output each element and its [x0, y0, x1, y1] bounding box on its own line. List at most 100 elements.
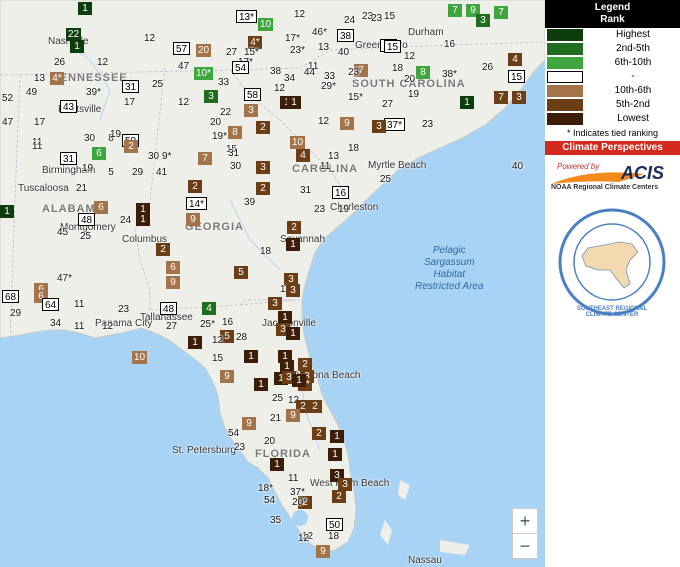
station-marker[interactable]: 1: [0, 205, 14, 218]
acis-logo[interactable]: Powered by ACIS NOAA Regional Climate Ce…: [549, 160, 676, 194]
station-marker[interactable]: 9: [242, 417, 256, 430]
station-marker[interactable]: 13*: [236, 10, 258, 23]
station-marker[interactable]: 30: [228, 160, 243, 173]
station-marker[interactable]: 12: [210, 334, 225, 347]
station-marker[interactable]: 57: [173, 42, 191, 55]
station-marker[interactable]: 21: [268, 412, 283, 425]
station-marker[interactable]: 18: [258, 245, 273, 258]
station-marker[interactable]: 3: [256, 161, 270, 174]
station-marker[interactable]: 39: [242, 196, 257, 209]
station-marker[interactable]: 48: [78, 213, 96, 226]
station-marker[interactable]: 1: [286, 238, 300, 251]
station-marker[interactable]: 34: [48, 317, 63, 330]
station-marker[interactable]: 30: [146, 150, 161, 163]
station-marker[interactable]: 29*: [319, 80, 338, 93]
station-marker[interactable]: 64: [42, 298, 60, 311]
station-marker[interactable]: 21: [74, 182, 89, 195]
station-marker[interactable]: 8: [416, 66, 430, 79]
station-marker[interactable]: 12: [296, 532, 311, 545]
station-marker[interactable]: 17: [122, 96, 137, 109]
station-marker[interactable]: 20: [402, 73, 417, 86]
station-marker[interactable]: 23: [116, 303, 131, 316]
map-canvas[interactable]: TENNESSEE SOUTH CAROLINA CAROLINA ALABAM…: [0, 0, 545, 567]
station-marker[interactable]: 2: [287, 221, 301, 234]
station-marker[interactable]: 3: [372, 120, 386, 133]
station-marker[interactable]: 1: [78, 2, 92, 15]
station-marker[interactable]: 4: [296, 149, 310, 162]
station-marker[interactable]: 9: [340, 117, 354, 130]
station-marker[interactable]: 45: [55, 226, 70, 239]
station-marker[interactable]: 1: [136, 213, 150, 226]
station-marker[interactable]: 30: [82, 132, 97, 145]
station-marker[interactable]: 6: [94, 201, 108, 214]
station-marker[interactable]: 31: [298, 184, 313, 197]
station-marker[interactable]: 1: [254, 378, 268, 391]
station-marker[interactable]: 13: [32, 72, 47, 85]
station-marker[interactable]: 23: [369, 12, 384, 25]
station-marker[interactable]: 2: [256, 182, 270, 195]
station-marker[interactable]: 3: [244, 104, 258, 117]
station-marker[interactable]: 16: [442, 38, 457, 51]
station-marker[interactable]: 18: [346, 142, 361, 155]
station-marker[interactable]: 10: [258, 18, 274, 31]
station-marker[interactable]: 35: [268, 514, 283, 527]
station-marker[interactable]: 46*: [310, 26, 329, 39]
station-marker[interactable]: 27: [380, 98, 395, 111]
station-marker[interactable]: 1: [292, 374, 306, 387]
station-marker[interactable]: 11: [72, 298, 86, 311]
station-marker[interactable]: 29: [8, 307, 23, 320]
station-marker[interactable]: 52: [0, 92, 15, 105]
station-marker[interactable]: 1: [330, 430, 344, 443]
station-marker[interactable]: 7: [448, 4, 462, 17]
station-marker[interactable]: 23: [232, 441, 247, 454]
station-marker[interactable]: 3: [268, 297, 282, 310]
station-marker[interactable]: 54: [226, 427, 241, 440]
station-marker[interactable]: 38: [268, 65, 283, 78]
station-marker[interactable]: 12: [292, 8, 307, 21]
station-marker[interactable]: 10: [132, 351, 148, 364]
station-marker[interactable]: 7: [494, 6, 508, 19]
station-marker[interactable]: 26: [52, 56, 67, 69]
station-marker[interactable]: 19: [80, 162, 95, 175]
station-marker[interactable]: 9: [316, 545, 330, 558]
station-marker[interactable]: 14*: [186, 197, 208, 210]
station-marker[interactable]: 11: [72, 320, 86, 333]
station-marker[interactable]: 9: [220, 370, 234, 383]
station-marker[interactable]: 20: [262, 435, 277, 448]
station-marker[interactable]: 25: [150, 78, 165, 91]
station-marker[interactable]: 48: [160, 302, 178, 315]
station-marker[interactable]: 9: [286, 409, 300, 422]
zoom-out-button[interactable]: −: [512, 533, 538, 559]
station-marker[interactable]: 12: [142, 32, 157, 45]
station-marker[interactable]: 38: [337, 29, 355, 42]
station-marker[interactable]: 12: [316, 115, 331, 128]
station-marker[interactable]: 8: [228, 126, 242, 139]
station-marker[interactable]: 2: [332, 490, 346, 503]
station-marker[interactable]: 12: [272, 82, 287, 95]
station-marker[interactable]: 17: [32, 116, 47, 129]
station-marker[interactable]: 11: [30, 140, 44, 153]
station-marker[interactable]: 1: [286, 327, 300, 340]
station-marker[interactable]: 3: [476, 14, 490, 27]
station-marker[interactable]: 15*: [346, 91, 365, 104]
station-marker[interactable]: 16: [332, 186, 350, 199]
station-marker[interactable]: 27: [164, 320, 179, 333]
station-marker[interactable]: 23*: [288, 44, 307, 57]
station-marker[interactable]: 3: [512, 91, 526, 104]
station-marker[interactable]: 12: [176, 96, 191, 109]
station-marker[interactable]: 31: [60, 152, 78, 165]
station-marker[interactable]: 16: [220, 316, 235, 329]
station-marker[interactable]: 58: [244, 88, 262, 101]
station-marker[interactable]: 18: [326, 530, 341, 543]
station-marker[interactable]: 2: [124, 140, 138, 153]
station-marker[interactable]: 37*: [384, 118, 406, 131]
station-marker[interactable]: 4: [508, 53, 522, 66]
station-marker[interactable]: 4: [202, 302, 216, 315]
station-marker[interactable]: 31: [122, 80, 140, 93]
station-marker[interactable]: 6: [92, 147, 106, 160]
station-marker[interactable]: 24: [118, 214, 133, 227]
station-marker[interactable]: 43: [60, 100, 78, 113]
station-marker[interactable]: 22: [218, 106, 233, 119]
station-marker[interactable]: 9*: [160, 150, 173, 163]
station-marker[interactable]: 44: [302, 66, 317, 79]
